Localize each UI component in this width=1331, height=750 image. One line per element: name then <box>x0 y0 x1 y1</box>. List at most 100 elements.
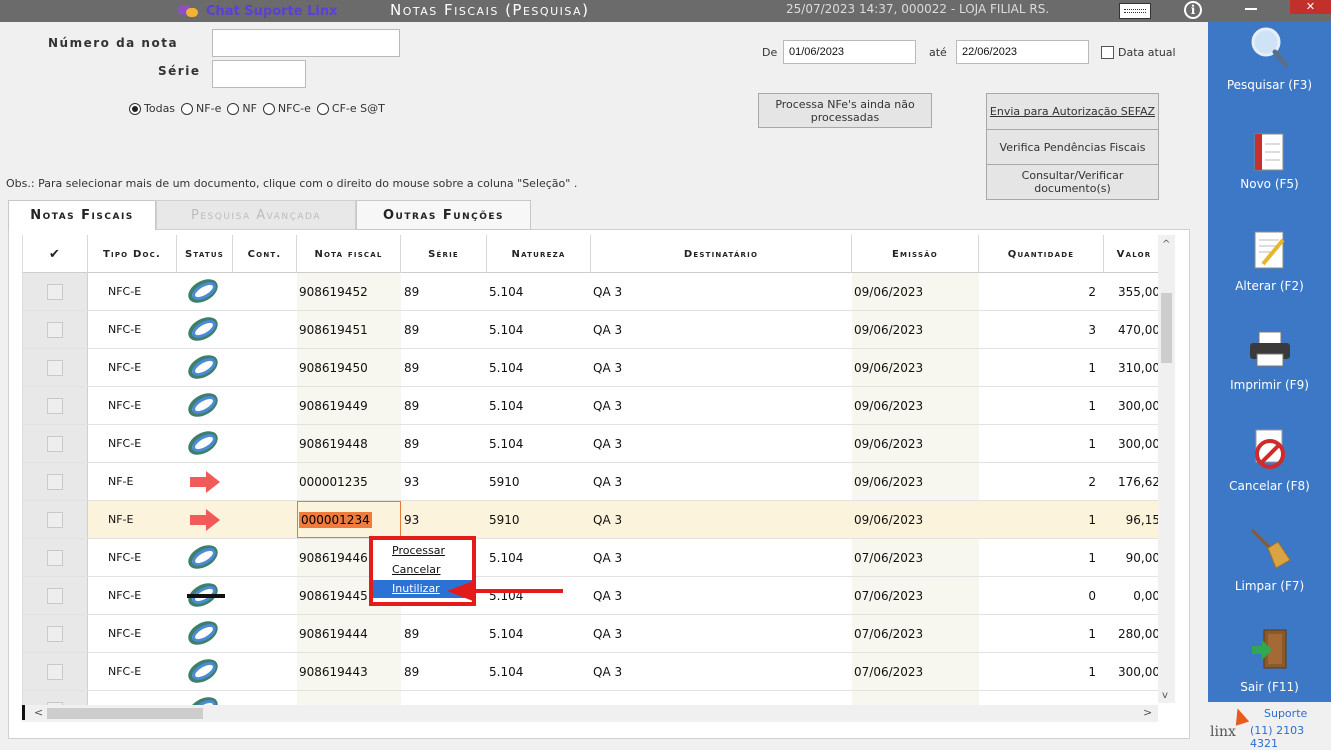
pesquisar-button[interactable]: Pesquisar (F3) <box>1208 22 1331 122</box>
limpar-button[interactable]: Limpar (F7) <box>1208 526 1331 626</box>
row-selection-cell[interactable] <box>23 387 88 424</box>
data-atual-checkbox[interactable] <box>1101 46 1114 59</box>
scroll-up-icon[interactable]: ^ <box>1162 239 1170 250</box>
tab-notas-fiscais[interactable]: Notas Fiscais <box>8 200 156 230</box>
table-row[interactable]: NFC-E 908619452 89 5.104 QA 3 09/06/2023 2 355,… <box>23 273 1163 311</box>
radio-dot-icon[interactable] <box>181 102 194 115</box>
table-row[interactable]: NFC-E 908619443 89 5.104 QA 3 07/06/2023 1 300,… <box>23 653 1163 691</box>
radio-nf-e[interactable]: NF-e <box>181 102 221 115</box>
header-cont[interactable]: Cont. <box>233 235 297 273</box>
radio-nf[interactable]: NF <box>227 102 257 115</box>
cancelar-button[interactable]: Cancelar (F8) <box>1208 426 1331 526</box>
cell-text: 07/06/2023 <box>854 588 924 603</box>
radio-dot-icon[interactable] <box>227 102 240 115</box>
radio-dot-icon[interactable] <box>129 102 141 115</box>
row-selection-cell[interactable] <box>23 273 88 310</box>
chat-support-label[interactable]: Chat Suporte Linx <box>206 4 338 19</box>
radio-cf-e-s-t[interactable]: CF-e S@T <box>316 102 385 115</box>
notas-grid[interactable]: ✔ Tipo Doc. Status Cont. Nota fiscal Sér… <box>22 235 1177 705</box>
radio-dot-icon[interactable] <box>316 102 329 115</box>
row-selection-cell[interactable] <box>23 463 88 500</box>
table-row[interactable]: NFC-E 908619448 89 5.104 QA 3 09/06/2023 1 300,… <box>23 425 1163 463</box>
info-icon[interactable]: i <box>1184 1 1202 19</box>
row-checkbox[interactable] <box>47 587 63 604</box>
row-checkbox[interactable] <box>47 397 63 414</box>
row-checkbox[interactable] <box>47 625 63 642</box>
cell-nota: 908619444 <box>297 615 401 652</box>
tab-pesquisa-avancada[interactable]: Pesquisa Avançada <box>156 200 356 230</box>
radio-nfc-e[interactable]: NFC-e <box>262 102 311 115</box>
header-emissao[interactable]: Emissão <box>852 235 979 273</box>
menu-item-cancelar[interactable]: Cancelar <box>373 561 472 579</box>
table-row[interactable]: NFC-E 908619449 89 5.104 QA 3 09/06/2023 1 300,… <box>23 387 1163 425</box>
row-selection-cell[interactable] <box>23 653 88 690</box>
row-selection-cell[interactable] <box>23 615 88 652</box>
keyboard-icon[interactable] <box>1119 3 1151 19</box>
table-row[interactable]: NFC-E908619446895.104QA 307/06/2023190,0… <box>23 539 1163 577</box>
cell-qtd: 1 <box>979 615 1104 652</box>
row-selection-cell[interactable] <box>23 349 88 386</box>
header-nota-fiscal[interactable]: Nota fiscal <box>297 235 401 273</box>
table-row[interactable]: NFC-E908619445895.104QA 307/06/202300,00 <box>23 577 1163 615</box>
date-from-input[interactable] <box>783 40 916 64</box>
header-status[interactable]: Status <box>177 235 233 273</box>
row-checkbox[interactable] <box>47 359 63 376</box>
cell-text: 89 <box>404 398 420 413</box>
novo-button[interactable]: Novo (F5) <box>1208 126 1331 226</box>
menu-item-processar[interactable]: Processar <box>373 542 472 560</box>
row-checkbox[interactable] <box>47 473 63 490</box>
header-serie[interactable]: Série <box>401 235 487 273</box>
envia-autorizacao-button[interactable]: Envia para Autorização SEFAZ <box>986 93 1159 130</box>
table-row[interactable]: NFC-E 908619450 89 5.104 QA 3 09/06/2023 1 310,… <box>23 349 1163 387</box>
processa-nfe-button[interactable]: Processa NFe's ainda não processadas <box>758 93 932 128</box>
numero-nota-input[interactable] <box>212 29 400 57</box>
printer-icon <box>1250 331 1290 367</box>
header-valor[interactable]: Valor <box>1104 235 1164 273</box>
row-selection-cell[interactable] <box>23 425 88 462</box>
table-row[interactable]: NFC-E 908619444 89 5.104 QA 3 07/06/2023 1 280,… <box>23 615 1163 653</box>
header-quantidade[interactable]: Quantidade <box>979 235 1104 273</box>
row-selection-cell[interactable] <box>23 501 88 538</box>
scroll-thumb[interactable] <box>1161 293 1172 363</box>
chat-support-link[interactable]: Chat Suporte Linx <box>178 1 338 21</box>
row-checkbox[interactable] <box>47 549 63 566</box>
verifica-pendencias-button[interactable]: Verifica Pendências Fiscais <box>986 129 1159 165</box>
close-window-button[interactable]: ✕ <box>1290 0 1331 14</box>
header-tipo-doc[interactable]: Tipo Doc. <box>88 235 177 273</box>
row-selection-cell[interactable] <box>23 691 88 705</box>
table-row[interactable]: NF-E 000001233935910QA 307/06/2023196,15 <box>23 691 1163 705</box>
grid-vertical-scrollbar[interactable]: ^ v <box>1158 235 1175 703</box>
row-checkbox[interactable] <box>47 283 63 300</box>
hscroll-thumb[interactable] <box>47 708 203 719</box>
row-checkbox[interactable] <box>47 511 63 528</box>
row-selection-cell[interactable] <box>23 577 88 614</box>
scroll-right-icon[interactable]: > <box>1143 706 1152 719</box>
serie-input[interactable] <box>212 60 306 88</box>
row-selection-cell[interactable] <box>23 311 88 348</box>
table-row[interactable]: NF-E 000001234 93 5910 QA 3 09/06/2023 1 96,15 <box>23 501 1163 539</box>
scroll-down-icon[interactable]: v <box>1162 690 1168 701</box>
radio-dot-icon[interactable] <box>262 102 275 115</box>
row-selection-cell[interactable] <box>23 539 88 576</box>
consultar-documento-button[interactable]: Consultar/Verificar documento(s) <box>986 164 1159 200</box>
minimize-button[interactable] <box>1238 0 1264 14</box>
row-checkbox[interactable] <box>47 663 63 680</box>
table-row[interactable]: NF-E 000001235 93 5910 QA 3 09/06/2023 2 176,62 <box>23 463 1163 501</box>
header-selection[interactable]: ✔ <box>23 235 88 273</box>
date-to-input[interactable] <box>956 40 1089 64</box>
grid-horizontal-scrollbar[interactable]: < > <box>22 705 1158 722</box>
alterar-button[interactable]: Alterar (F2) <box>1208 226 1331 326</box>
cell-text: 300,00 <box>1118 436 1160 451</box>
radio-todas[interactable]: Todas <box>129 102 175 115</box>
table-row[interactable]: NFC-E 908619451 89 5.104 QA 3 09/06/2023 3 470,… <box>23 311 1163 349</box>
row-checkbox[interactable] <box>47 321 63 338</box>
scroll-left-icon[interactable]: < <box>34 706 43 719</box>
cell-status <box>177 387 233 424</box>
header-destinatario[interactable]: Destinatário <box>591 235 852 273</box>
sefaz-icon <box>183 349 227 384</box>
support-box[interactable]: linx Suporte (11) 2103 4321 <box>1208 702 1331 750</box>
tab-outras-funcoes[interactable]: Outras Funções <box>356 200 531 230</box>
row-checkbox[interactable] <box>47 435 63 452</box>
imprimir-button[interactable]: Imprimir (F9) <box>1208 326 1331 426</box>
header-natureza[interactable]: Natureza <box>487 235 591 273</box>
